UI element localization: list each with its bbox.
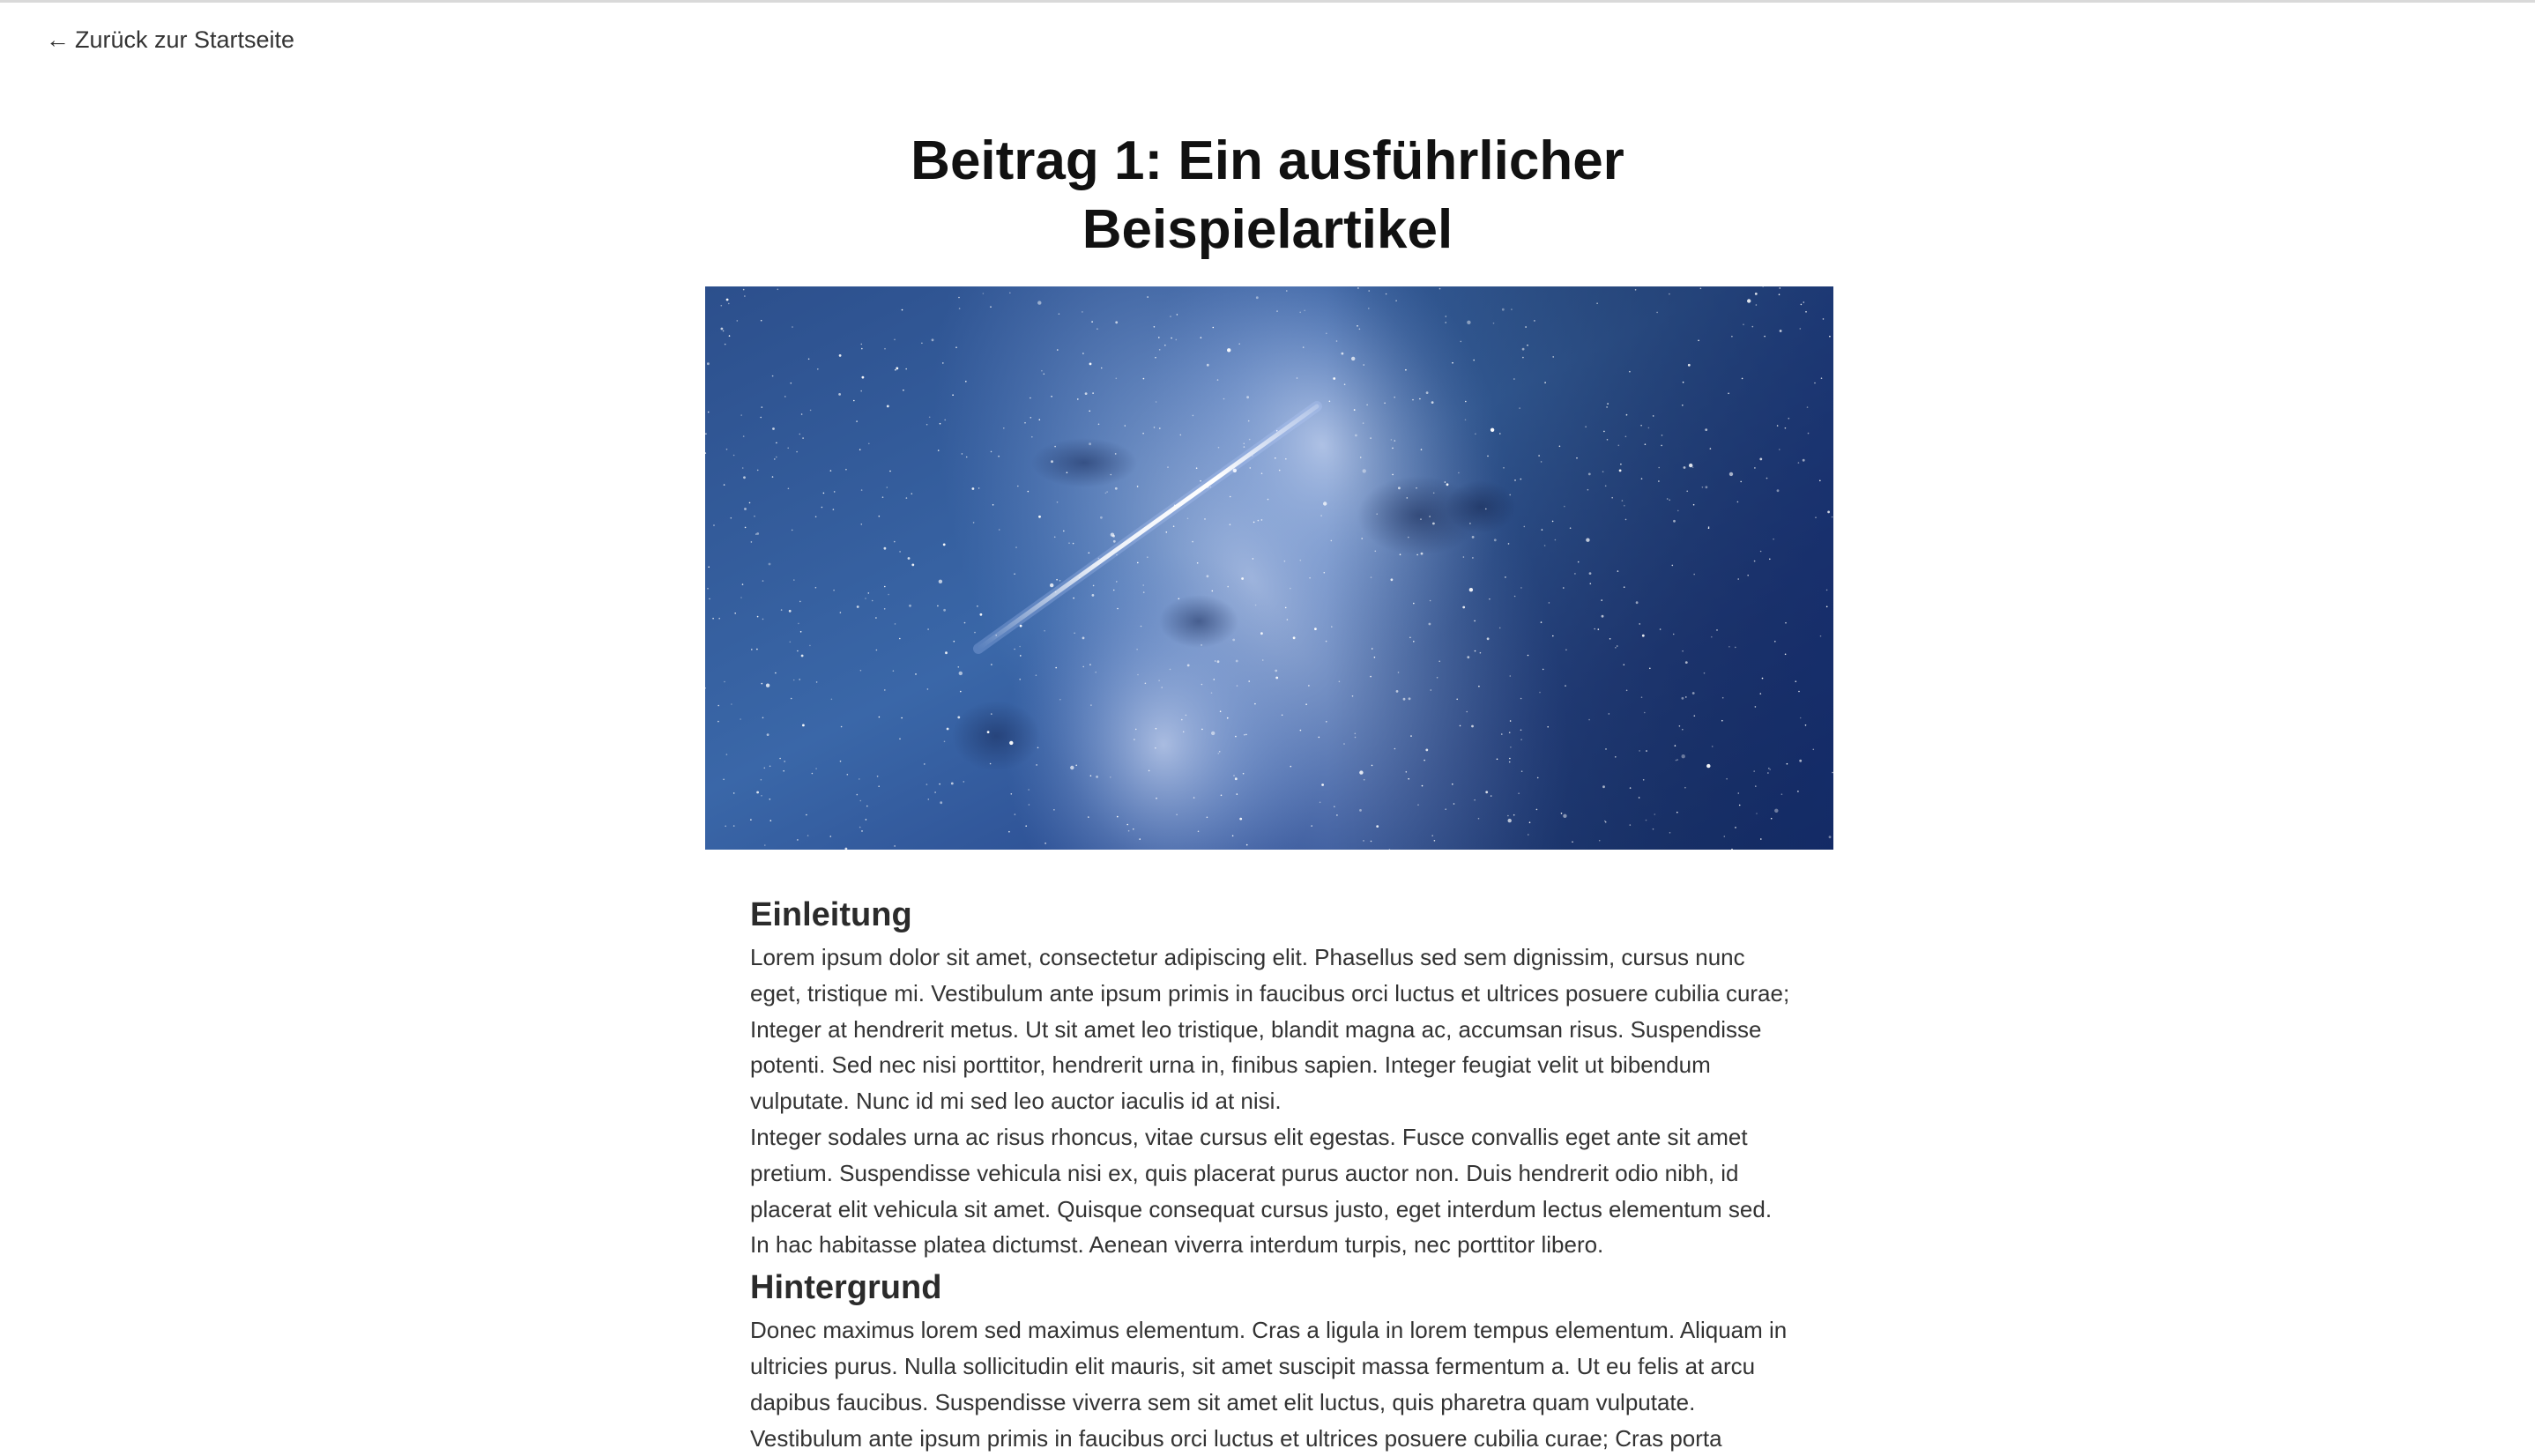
back-link-label: Zurück zur Startseite — [75, 26, 295, 53]
section-paragraph: Lorem ipsum dolor sit amet, consectetur … — [750, 944, 1790, 1115]
top-border — [0, 0, 2535, 3]
starry-sky-meteor-image — [705, 286, 1833, 850]
section-paragraph: Donec maximus lorem sed maximus elementu… — [750, 1317, 1788, 1452]
article-title-line-2: Beispielartikel — [1082, 199, 1453, 260]
section-paragraph: Integer sodales urna ac risus rhoncus, v… — [750, 1123, 1773, 1259]
article-body: Einleitung Lorem ipsum dolor sit amet, c… — [750, 890, 1790, 1456]
article-title-line-1: Beitrag 1: Ein ausführlicher — [911, 130, 1624, 191]
hero-image — [705, 286, 1833, 850]
section-heading: Einleitung — [750, 896, 912, 933]
arrow-left-icon: ← — [46, 26, 70, 53]
article-title: Beitrag 1: Ein ausführlicher Beispielart… — [0, 127, 2535, 264]
back-to-home-link[interactable]: ← Zurück zur Startseite — [46, 26, 294, 54]
section-heading: Hintergrund — [750, 1269, 942, 1307]
